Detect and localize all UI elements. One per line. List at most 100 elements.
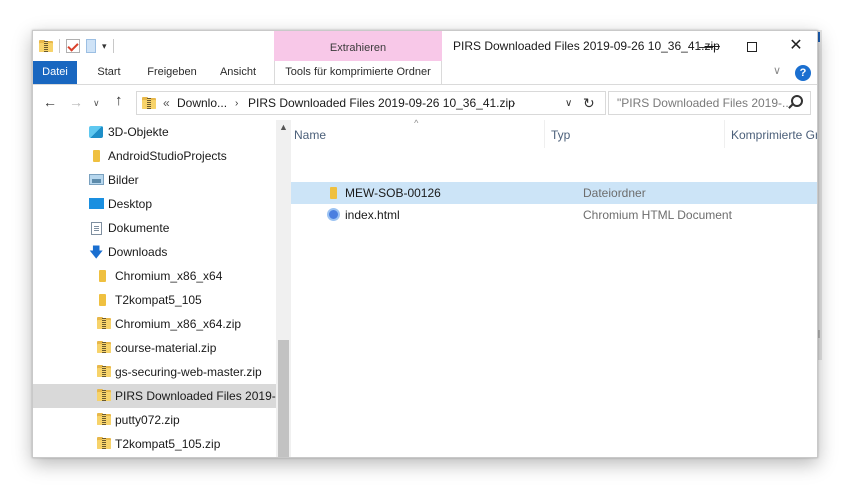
chromium-icon [327, 208, 340, 221]
window-title-main: PIRS Downloaded Files 2019-09-26 10_36_4… [453, 39, 705, 53]
tree-item-label: 3D-Objekte [108, 125, 169, 139]
forward-arrow-icon[interactable]: → [69, 94, 83, 110]
tree-item-3d-objects[interactable]: 3D-Objekte [33, 120, 276, 144]
tab-share[interactable]: Freigeben [137, 61, 207, 84]
properties-check-icon[interactable] [66, 39, 80, 53]
zip-folder-icon [97, 317, 111, 329]
tab-start[interactable]: Start [88, 61, 130, 84]
title-bar: ▾ Extrahieren PIRS Downloaded Files 2019… [33, 31, 817, 61]
navigation-pane: 3D-Objekte AndroidStudioProjects Bilder … [33, 120, 291, 457]
list-item[interactable]: MEW-SOB-00126 Dateiordner [291, 182, 817, 204]
recent-locations-icon[interactable]: ∨ [93, 98, 100, 109]
breadcrumb-downloads[interactable]: Downlo... [177, 96, 227, 110]
tree-item-label: T2kompat5_105 [115, 293, 202, 307]
context-group-label: Extrahieren [329, 42, 387, 54]
3d-objects-icon [89, 126, 103, 138]
tree-item-label: course-material.zip [115, 341, 217, 355]
column-header-label: Name [294, 128, 327, 142]
explorer-window: ▾ Extrahieren PIRS Downloaded Files 2019… [32, 30, 818, 458]
maximize-button[interactable] [729, 31, 775, 61]
refresh-icon[interactable]: ↻ [583, 95, 595, 112]
window-title: PIRS Downloaded Files 2019-09-26 10_36_4… [453, 39, 720, 53]
tree-item-pirs-zip[interactable]: PIRS Downloaded Files 2019-0 [33, 384, 282, 408]
folder-icon [99, 270, 106, 282]
file-name: MEW-SOB-00126 [345, 186, 441, 200]
tree-item-t2kompat-folder[interactable]: T2kompat5_105 [33, 288, 276, 312]
zip-folder-icon [97, 341, 111, 353]
tree-item-label: Downloads [108, 245, 168, 259]
column-header-type[interactable]: Typ [544, 120, 724, 148]
tree-item-chromium-folder[interactable]: Chromium_x86_x64 [33, 264, 276, 288]
column-header-label: Komprimierte Gr [731, 128, 818, 142]
file-type: Chromium HTML Document [583, 208, 732, 222]
close-button[interactable]: ✕ [773, 31, 817, 61]
tree-item-label: gs-securing-web-master.zip [115, 365, 262, 379]
help-icon[interactable]: ? [795, 65, 811, 81]
minimize-button[interactable]: — [683, 31, 729, 61]
download-icon: 🡇 [89, 244, 104, 260]
minimize-icon: — [699, 38, 713, 54]
tree-item-label: Bilder [108, 173, 139, 187]
folder-icon [330, 187, 337, 199]
scroll-up-icon[interactable]: ▲ [279, 122, 288, 132]
folder-icon [93, 150, 100, 162]
breadcrumb-separator-icon[interactable]: › [235, 98, 238, 109]
expand-ribbon-icon[interactable]: ∨ [773, 64, 781, 77]
file-type: Dateiordner [583, 186, 646, 200]
tree-item-label: T2kompat5_105.zip [115, 437, 221, 451]
zip-folder-icon [142, 97, 156, 109]
tree-item-gs-securing-zip[interactable]: gs-securing-web-master.zip [33, 360, 276, 384]
tree-item-label: PIRS Downloaded Files 2019-0 [115, 389, 283, 403]
up-arrow-icon[interactable]: ↑ [115, 92, 123, 109]
tab-file[interactable]: Datei [33, 61, 77, 84]
tree-item-label: Chromium_x86_x64 [115, 269, 223, 283]
tab-compressed-folder-tools[interactable]: Tools für komprimierte Ordner [274, 61, 442, 84]
tree-item-desktop[interactable]: Desktop [33, 192, 276, 216]
tree-item-label: AndroidStudioProjects [108, 149, 227, 163]
documents-icon [91, 222, 102, 235]
file-name: index.html [345, 208, 400, 222]
context-tab-group: Extrahieren [274, 31, 442, 61]
tree-item-documents[interactable]: Dokumente [33, 216, 276, 240]
breadcrumb-zip[interactable]: PIRS Downloaded Files 2019-09-26 10_36_4… [248, 96, 515, 110]
tree-item-label: Desktop [108, 197, 153, 211]
search-placeholder: "PIRS Downloaded Files 2019-... [617, 96, 793, 110]
search-input[interactable]: "PIRS Downloaded Files 2019-... [608, 91, 811, 115]
toolbar-divider [59, 39, 60, 53]
tab-view[interactable]: Ansicht [213, 61, 263, 84]
folder-icon [99, 294, 106, 306]
address-bar[interactable]: « Downlo... › PIRS Downloaded Files 2019… [136, 91, 606, 115]
window-edge-shadow [818, 30, 822, 360]
address-dropdown-icon[interactable]: ∨ [565, 98, 572, 109]
column-header-compressed-size[interactable]: Komprimierte Gr [724, 120, 818, 148]
tree-item-androidstudioprojects[interactable]: AndroidStudioProjects [33, 144, 276, 168]
new-folder-icon[interactable] [86, 39, 96, 53]
maximize-icon [747, 42, 757, 53]
tree-item-chromium-zip[interactable]: Chromium_x86_x64.zip [33, 312, 276, 336]
pictures-icon [89, 174, 104, 185]
zip-folder-icon [97, 437, 111, 449]
qat-dropdown-icon[interactable]: ▾ [102, 41, 107, 52]
tree-scrollbar[interactable]: ▲ [276, 120, 291, 457]
tree-item-t2kompat-zip[interactable]: T2kompat5_105.zip [33, 432, 276, 456]
tree-item-course-material-zip[interactable]: course-material.zip [33, 336, 276, 360]
column-header-label: Typ [551, 128, 571, 142]
breadcrumb-overflow[interactable]: « [163, 96, 170, 110]
desktop-icon [89, 198, 104, 209]
tree-item-label: Dokumente [108, 221, 170, 235]
ribbon-tabs: Datei Start Freigeben Ansicht Tools für … [33, 61, 817, 85]
file-list: Name ^ Typ Komprimierte Gr MEW-SOB-00126… [291, 118, 818, 457]
zip-folder-icon [97, 365, 111, 377]
back-arrow-icon[interactable]: ← [43, 94, 57, 110]
zip-folder-icon [39, 40, 53, 52]
scrollbar-thumb[interactable] [278, 340, 289, 457]
zip-folder-icon [97, 389, 111, 401]
breadcrumb-separator-icon[interactable]: › [512, 98, 515, 109]
quick-access-toolbar: ▾ [39, 37, 114, 55]
tree-item-pictures[interactable]: Bilder [33, 168, 276, 192]
tree-item-putty-zip[interactable]: putty072.zip [33, 408, 276, 432]
column-header-name[interactable]: Name ^ [291, 118, 541, 148]
navigation-bar: ← → ∨ ↑ « Downlo... › PIRS Downloaded Fi… [33, 86, 817, 120]
tree-item-downloads[interactable]: 🡇 Downloads [33, 240, 276, 264]
list-item[interactable]: index.html Chromium HTML Document [291, 204, 817, 226]
